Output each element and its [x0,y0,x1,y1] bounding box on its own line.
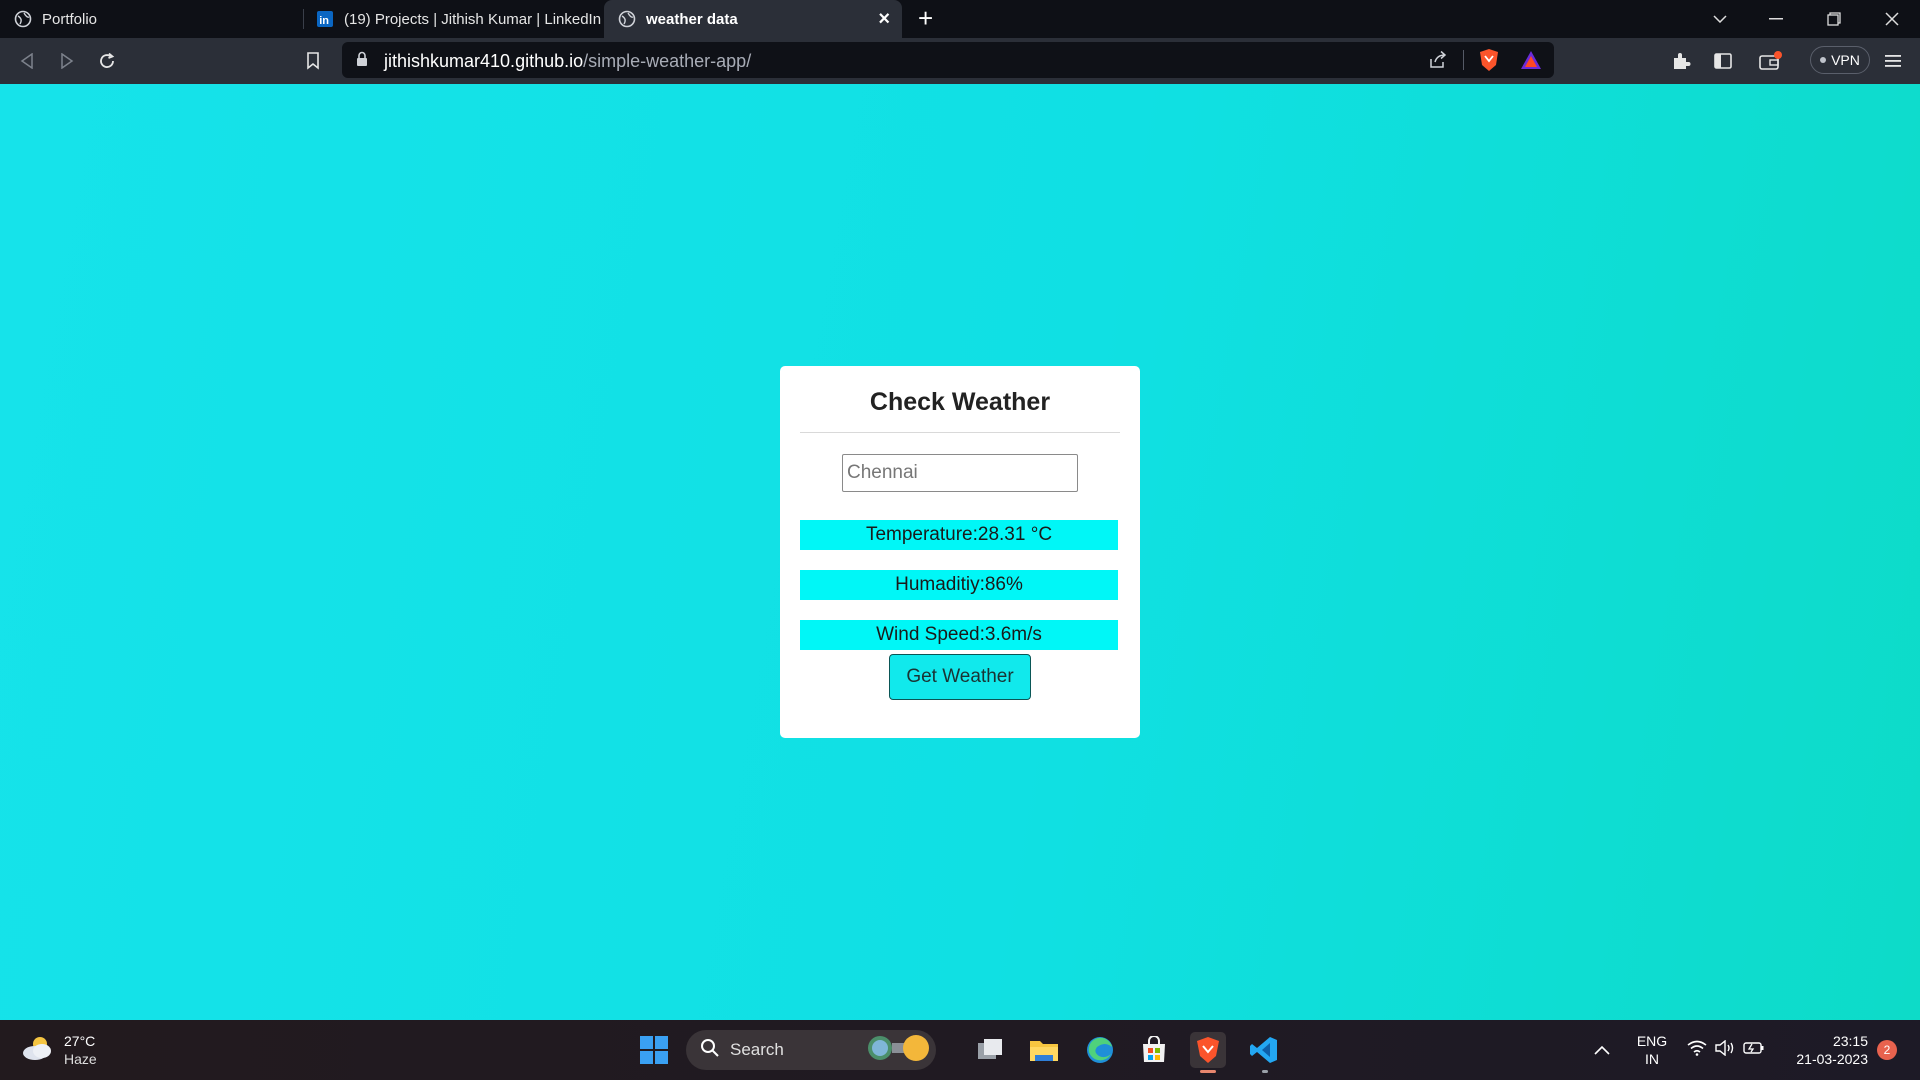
notification-badge[interactable]: 2 [1877,1040,1897,1060]
wind-speed-row: Wind Speed:3.6m/s [800,620,1118,650]
humidity-row: Humaditiy:86% [800,570,1118,600]
url-divider [1463,50,1464,70]
card-title: Check Weather [869,388,1051,416]
tab-title: Portfolio [42,10,98,28]
weather-temp: 27°C [64,1033,96,1049]
tab-title: (19) Projects | Jithish Kumar | LinkedIn [344,10,602,28]
vpn-button[interactable]: VPN [1810,46,1870,74]
back-icon[interactable] [14,48,40,74]
vpn-status-dot [1820,57,1827,63]
system-tray[interactable] [1680,1032,1772,1068]
forward-icon[interactable] [54,48,80,74]
weather-condition: Haze [64,1051,97,1067]
search-icon [700,1038,720,1063]
wifi-icon [1687,1040,1707,1061]
brave-shield-icon[interactable] [1478,48,1500,77]
clock[interactable]: 23:15 21-03-2023 [1784,1032,1868,1068]
brave-rewards-icon[interactable] [1520,50,1542,75]
address-bar[interactable]: jithishkumar410.github.io/simple-weather… [342,42,1554,78]
get-weather-button[interactable]: Get Weather [889,654,1031,700]
tab-title: weather data [646,10,738,28]
sidebar-icon[interactable] [1710,48,1736,74]
brave-browser-icon[interactable] [1190,1032,1226,1068]
title-divider [800,432,1120,433]
taskbar-search[interactable]: Search [686,1030,936,1070]
menu-icon[interactable] [1880,48,1906,74]
language-indicator[interactable]: ENG IN [1632,1032,1672,1068]
active-app-indicator [1200,1070,1216,1073]
volume-icon [1715,1039,1735,1061]
restore-icon[interactable] [1806,0,1862,38]
weather-widget[interactable]: 27°C Haze [20,1032,97,1068]
search-highlight-icon [866,1031,930,1070]
chevron-up-icon[interactable] [1584,1032,1620,1068]
new-tab-icon[interactable]: + [918,5,933,31]
temperature-row: Temperature:28.31 °C [800,520,1118,550]
task-view-icon[interactable] [972,1032,1008,1068]
taskbar: 27°C Haze Search ENG IN 23:15 21-03-2023 [0,1020,1920,1080]
search-label: Search [730,1040,784,1059]
share-icon[interactable] [1428,50,1448,75]
city-input[interactable] [842,454,1078,492]
tab-portfolio[interactable]: Portfolio [0,0,300,38]
battery-icon [1743,1041,1765,1060]
minimize-icon[interactable] [1748,0,1804,38]
globe-icon [618,10,636,28]
url-host: jithishkumar410.github.io [384,51,584,71]
browser-toolbar: jithishkumar410.github.io/simple-weather… [0,38,1920,84]
url-path: /simple-weather-app/ [583,51,752,71]
file-explorer-icon[interactable] [1026,1032,1062,1068]
clock-time: 23:15 [1832,1033,1868,1049]
haze-cloud-icon [20,1033,54,1068]
url-text: jithishkumar410.github.io/simple-weather… [384,51,751,72]
edge-browser-icon[interactable] [1082,1032,1118,1068]
vscode-icon[interactable] [1246,1032,1282,1068]
microsoft-store-icon[interactable] [1136,1032,1172,1068]
svg-text:in: in [319,15,329,27]
vpn-label: VPN [1831,52,1860,68]
tab-weather-data[interactable]: weather data × [604,0,902,38]
language-code: ENG [1636,1033,1668,1049]
extensions-icon[interactable] [1668,48,1694,74]
close-window-icon[interactable] [1864,0,1920,38]
globe-icon [14,10,32,28]
reload-icon[interactable] [94,48,120,74]
wallet-icon[interactable] [1758,48,1784,74]
chevron-down-icon[interactable] [1692,0,1748,38]
running-app-indicator [1262,1070,1268,1073]
bookmark-icon[interactable] [300,48,326,74]
close-icon[interactable]: × [878,9,890,29]
linkedin-icon: in [316,10,334,28]
windows-start-icon[interactable] [636,1032,672,1068]
tab-linkedin[interactable]: in (19) Projects | Jithish Kumar | Linke… [302,0,602,38]
region-code: IN [1645,1051,1659,1067]
weather-card: Check Weather Temperature:28.31 °C Humad… [780,366,1140,738]
page-viewport: Check Weather Temperature:28.31 °C Humad… [0,84,1920,1020]
clock-date: 21-03-2023 [1796,1051,1868,1067]
lock-icon [356,51,368,72]
browser-tab-bar: Portfolio in (19) Projects | Jithish Kum… [0,0,1920,38]
